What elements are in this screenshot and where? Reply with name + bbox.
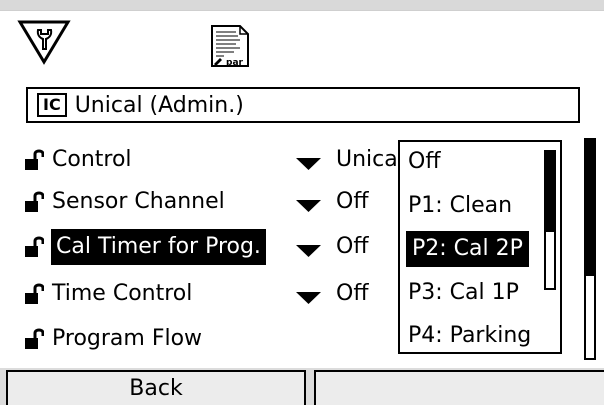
back-softkey[interactable]: Back <box>6 370 306 405</box>
ic-badge: IC <box>37 93 67 117</box>
row-label-selected: Cal Timer for Prog. <box>51 229 266 265</box>
menu-scrollbar[interactable] <box>584 138 596 360</box>
dropdown-option-selected[interactable]: P2: Cal 2P <box>406 231 529 267</box>
top-bar <box>0 0 604 11</box>
triangle-down-icon[interactable] <box>296 242 321 257</box>
dropdown-option[interactable]: Off <box>408 144 440 180</box>
right-softkey[interactable] <box>314 370 604 405</box>
triangle-down-icon[interactable] <box>296 289 321 304</box>
dropdown-scrollbar-thumb[interactable] <box>546 152 554 232</box>
row-value[interactable]: Unical <box>336 142 404 178</box>
lock-open-icon <box>24 327 45 351</box>
row-label: Control <box>52 147 132 172</box>
softkey-bar: Back <box>0 368 604 405</box>
row-value[interactable]: Off <box>336 184 368 220</box>
lock-open-icon <box>24 148 45 172</box>
program-dropdown-list[interactable]: Off P1: Clean P2: Cal 2P P3: Cal 1P P4: … <box>398 140 562 354</box>
device-screen: par IC Unical (Admin.) Control Unical Se… <box>0 0 604 405</box>
menu-title-bar: IC Unical (Admin.) <box>26 87 580 123</box>
lock-open-icon <box>24 282 45 306</box>
row-label: Time Control <box>52 281 193 306</box>
dropdown-scrollbar[interactable] <box>544 150 556 290</box>
row-label: Sensor Channel <box>52 189 225 214</box>
row-value[interactable]: Off <box>336 276 368 312</box>
menu-scrollbar-thumb[interactable] <box>586 140 594 276</box>
triangle-down-icon[interactable] <box>296 155 321 170</box>
dropdown-option[interactable]: P4: Parking <box>408 318 531 354</box>
triangle-down-icon[interactable] <box>296 197 321 212</box>
lock-open-icon <box>24 235 45 259</box>
page-title: Unical (Admin.) <box>74 92 244 118</box>
lock-open-icon <box>24 190 45 214</box>
row-value[interactable]: Off <box>336 229 368 265</box>
dropdown-option[interactable]: P1: Clean <box>408 188 512 224</box>
parameter-document-icon: par <box>210 24 252 72</box>
wrench-in-triangle-icon[interactable] <box>16 18 72 66</box>
row-label: Program Flow <box>52 326 203 351</box>
dropdown-option[interactable]: P3: Cal 1P <box>408 275 519 311</box>
doc-icon-caption: par <box>226 58 244 68</box>
